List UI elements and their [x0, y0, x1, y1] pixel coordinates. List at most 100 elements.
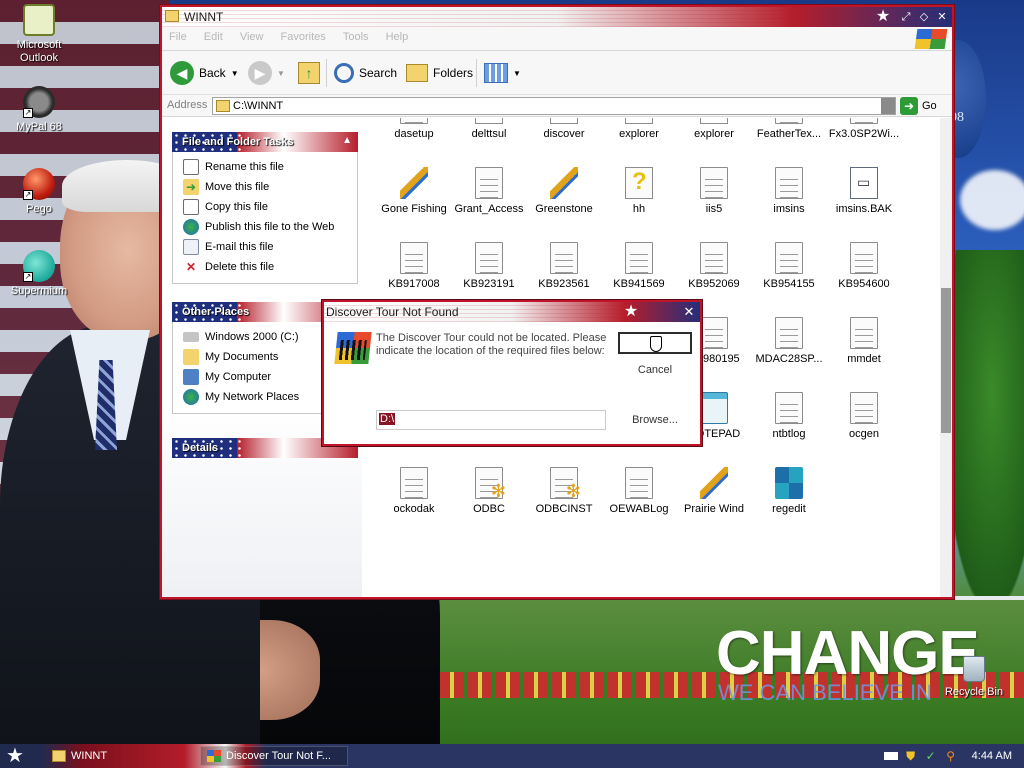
search-button[interactable]: Search [334, 59, 397, 87]
doc-file-icon [775, 392, 803, 424]
path-input[interactable]: D:\ [376, 410, 606, 430]
file-item[interactable]: KB923561 [524, 242, 604, 290]
recycle-bin-icon [963, 656, 985, 682]
file-item[interactable]: explorer [599, 118, 679, 140]
file-item[interactable]: Greenstone [524, 167, 604, 215]
collapse-icon: ▲ [342, 135, 352, 146]
menu-view[interactable]: View [233, 27, 271, 47]
file-item[interactable]: delttsul [449, 118, 529, 140]
chevron-down-icon: ▼ [513, 68, 521, 78]
file-item[interactable]: MDAC28SP... [749, 317, 829, 365]
forward-button[interactable]: ▶ ▼ [248, 59, 285, 87]
cancel-button[interactable]: Cancel [618, 360, 692, 382]
file-item[interactable]: ntbtlog [749, 392, 829, 440]
dialog-message: The Discover Tour could not be located. … [376, 332, 607, 357]
maximize-button[interactable]: ◇ [916, 9, 932, 25]
brush-file-icon [700, 467, 728, 499]
taskbar-button-discover[interactable]: Discover Tour Not F... [200, 746, 348, 766]
desktop-icon-recycle-bin[interactable]: Recycle Bin [944, 656, 1004, 698]
file-item[interactable]: ocgen [824, 392, 904, 440]
file-item[interactable]: ODBC [449, 467, 529, 515]
address-dropdown-button[interactable] [881, 98, 895, 114]
file-name: imsins.BAK [835, 203, 893, 215]
file-name: Gone Fishing [381, 203, 447, 215]
file-item[interactable]: KB954155 [749, 242, 829, 290]
taskbar-button-winnt[interactable]: WINNT [46, 746, 113, 766]
file-item[interactable]: KB923191 [449, 242, 529, 290]
file-item[interactable]: iis5 [674, 167, 754, 215]
folders-button[interactable]: Folders [406, 59, 473, 87]
menu-help[interactable]: Help [379, 27, 416, 47]
outlook-icon [23, 4, 55, 36]
file-item[interactable]: dasetup [374, 118, 454, 140]
minimize-button[interactable]: ⤢ [898, 9, 914, 25]
go-button[interactable]: ➜ Go [900, 97, 937, 115]
dialog-title: Discover Tour Not Found [326, 305, 459, 319]
file-item[interactable]: imsins [749, 167, 829, 215]
file-item[interactable]: Fx3.0SP2Wi... [824, 118, 904, 140]
file-item[interactable]: ockodak [374, 467, 454, 515]
network-icon[interactable]: ✓ [924, 749, 938, 763]
file-item[interactable]: Grant_Access [449, 167, 529, 215]
task-email[interactable]: E-mail this file [183, 237, 357, 257]
back-button[interactable]: ◀ Back ▼ [170, 59, 239, 87]
file-item[interactable]: OEWABLog [599, 467, 679, 515]
windows-flag-icon [207, 750, 221, 762]
scrollbar-thumb[interactable] [941, 288, 951, 433]
views-button[interactable]: ▼ [484, 59, 521, 87]
back-arrow-icon: ◀ [170, 61, 194, 85]
task-rename[interactable]: Rename this file [183, 157, 357, 177]
file-item[interactable]: imsins.BAK [824, 167, 904, 215]
file-item[interactable]: Prairie Wind [674, 467, 754, 515]
file-item[interactable]: mmdet [824, 317, 904, 365]
network-places-icon [183, 389, 199, 405]
rename-icon [183, 159, 199, 175]
panel-header[interactable]: File and Folder Tasks ▲ [172, 132, 358, 152]
file-item[interactable]: FeatherTex... [749, 118, 829, 140]
file-item[interactable]: KB941569 [599, 242, 679, 290]
file-item[interactable]: Gone Fishing [374, 167, 454, 215]
windows-flag-icon [914, 29, 948, 49]
folders-icon [406, 64, 428, 82]
desktop-icon-mypal[interactable]: ↗ MyPal 68 [2, 86, 76, 134]
menu-favorites[interactable]: Favorites [274, 27, 333, 47]
address-input[interactable]: C:\WINNT [212, 97, 896, 115]
up-folder-button[interactable]: ↑ [298, 59, 320, 87]
desktop-icon-pego[interactable]: ↗ Pego [2, 168, 76, 216]
browse-button[interactable]: Browse... [618, 410, 692, 432]
close-button[interactable]: ✕ [934, 9, 950, 25]
explorer-titlebar[interactable]: WINNT ★ ⤢ ◇ ✕ [162, 7, 952, 27]
file-name: ockodak [393, 503, 435, 515]
task-copy[interactable]: Copy this file [183, 197, 357, 217]
file-item[interactable]: KB952069 [674, 242, 754, 290]
ok-button[interactable] [618, 332, 692, 354]
vertical-scrollbar[interactable] [940, 118, 952, 597]
dialog-titlebar[interactable]: Discover Tour Not Found ★ ✕ [324, 302, 700, 322]
address-bar: Address C:\WINNT ➜ Go [162, 95, 952, 117]
task-move[interactable]: ➜ Move this file [183, 177, 357, 197]
desktop-icon-outlook[interactable]: Microsoft Outlook [2, 4, 76, 65]
keyboard-icon[interactable] [883, 752, 898, 760]
menu-tools[interactable]: Tools [336, 27, 376, 47]
file-item[interactable]: ODBCINST [524, 467, 604, 515]
doc-file-icon [850, 392, 878, 424]
file-name: KB941569 [613, 278, 665, 290]
dialog-close-button[interactable]: ✕ [682, 304, 696, 320]
desktop-icon-supermium[interactable]: ↗ Supermium [2, 250, 76, 298]
search-icon[interactable]: ⚲ [944, 749, 958, 763]
start-button[interactable]: ★ [6, 746, 26, 766]
file-item[interactable]: KB917008 [374, 242, 454, 290]
regedit-file-icon [775, 467, 803, 499]
shield-icon[interactable]: ⛊ [904, 749, 918, 763]
file-item[interactable]: hh [599, 167, 679, 215]
task-publish[interactable]: Publish this file to the Web [183, 217, 357, 237]
clock[interactable]: 4:44 AM [972, 750, 1012, 762]
file-item[interactable]: discover [524, 118, 604, 140]
task-delete[interactable]: ✕ Delete this file [183, 257, 357, 277]
file-item[interactable]: KB954600 [824, 242, 904, 290]
doc-file-icon [850, 317, 878, 349]
file-item[interactable]: regedit [749, 467, 829, 515]
menu-file[interactable]: File [162, 27, 194, 47]
file-item[interactable]: explorer [674, 118, 754, 140]
menu-edit[interactable]: Edit [197, 27, 230, 47]
